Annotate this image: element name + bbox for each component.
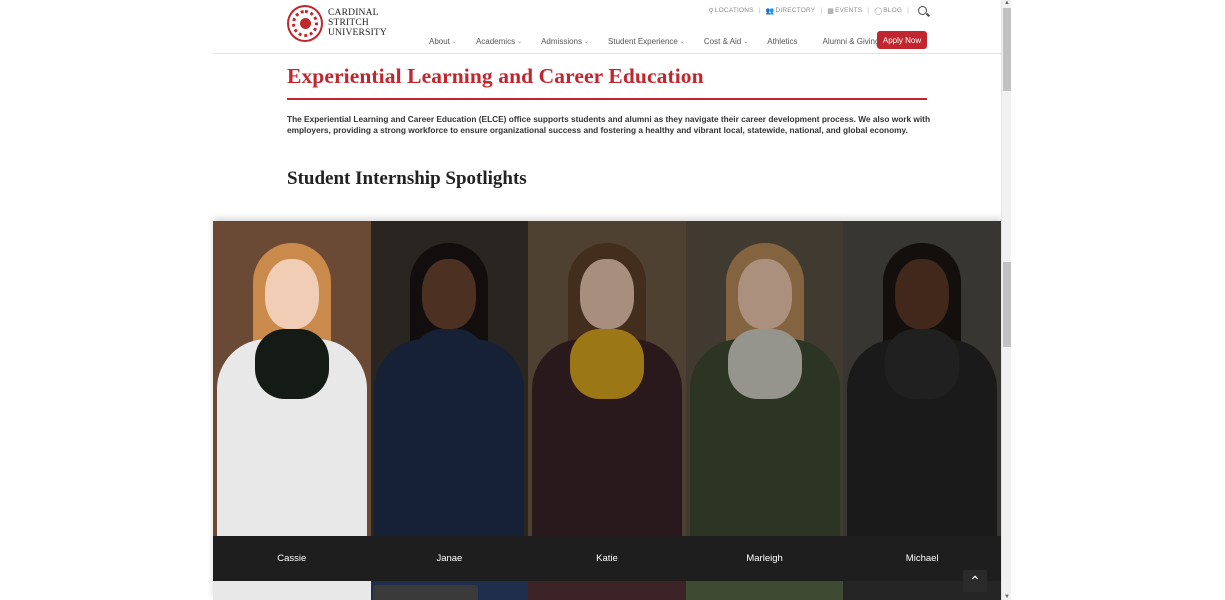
student-name-bar: Katie [528,536,686,581]
student-name-bar: Marleigh [685,536,844,581]
spotlights-heading: Student Internship Spotlights [287,168,527,189]
utility-events-label: EVENTS [835,7,863,14]
student-name: Janae [436,553,463,564]
intro-paragraph: The Experiential Learning and Career Edu… [287,114,931,135]
utility-blog[interactable]: ◯ BLOG [874,7,902,15]
scrollbar-thumb[interactable] [1003,8,1011,91]
student-name-bar: Cassie [213,536,371,581]
scrollbar-thumb-secondary[interactable] [1003,262,1011,347]
logo-wordmark: CARDINAL STRITCH UNIVERSITY [328,8,387,38]
page: CARDINAL STRITCH UNIVERSITY ⚲ LOCATIONS |… [0,0,1225,600]
utility-locations-label: LOCATIONS [714,7,754,14]
student-name: Marleigh [746,553,783,564]
university-seal-icon [287,4,323,42]
chevron-down-icon: ⌄ [517,39,523,45]
card-photo-lower [685,581,844,600]
divider: | [907,7,909,14]
scroll-to-top-button[interactable]: ⌃ [963,570,987,592]
utility-directory-label: DIRECTORY [775,7,816,14]
nav-label: Cost & Aid [703,37,742,46]
nav-label: About [429,37,450,46]
logo-line-2: STRITCH [328,18,369,28]
nav-item-admissions[interactable]: Admissions ⌄ [541,37,589,46]
nav-label: Student Experience [608,37,678,46]
divider: | [867,7,870,14]
title-divider [287,98,927,100]
nav-label: Admissions [541,37,582,46]
comment-icon: ◯ [874,7,883,15]
map-pin-icon: ⚲ [708,7,714,15]
divider: | [820,7,823,14]
nav-item-about[interactable]: About ⌄ [429,37,457,46]
divider: | [758,7,761,14]
page-title: Experiential Learning and Career Educati… [287,64,704,88]
apply-now-button[interactable]: Apply Now [877,31,927,49]
gallery-pager-tab[interactable] [373,585,478,600]
student-card-cassie[interactable]: Cassie [213,221,371,600]
chevron-down-icon: ⌄ [584,39,590,45]
calendar-icon: ▦ [827,7,835,15]
chevron-up-icon: ⌃ [969,572,981,589]
main-nav: About ⌄ Academics ⌄ Admissions ⌄ Student Ex… [429,37,886,46]
student-name: Michael [905,553,939,564]
logo-line-1: CARDINAL [328,8,379,18]
utility-events[interactable]: ▦ EVENTS [827,7,862,15]
nav-label: Athletics [767,37,798,46]
card-photo-lower [213,581,371,600]
card-photo-lower [528,581,686,600]
nav-item-student-experience[interactable]: Student Experience ⌄ [608,37,685,46]
scroll-up-arrow-icon[interactable]: ▲ [1003,0,1011,6]
student-spotlight-gallery: Cassie Janae Katie Marleigh Michael [213,221,1001,600]
nav-item-athletics[interactable]: Athletics [767,37,797,46]
student-card-michael[interactable]: Michael [843,221,1001,600]
chevron-down-icon: ⌄ [679,39,685,45]
logo-line-3: UNIVERSITY [328,28,387,38]
student-name-bar: Janae [370,536,529,581]
chevron-down-icon: ⌄ [743,39,749,45]
search-icon[interactable] [918,6,927,15]
student-card-marleigh[interactable]: Marleigh [685,221,844,600]
student-card-katie[interactable]: Katie [528,221,686,600]
nav-label: Academics [475,37,516,46]
nav-label: Alumni & Giving [822,37,880,46]
site-header: CARDINAL STRITCH UNIVERSITY ⚲ LOCATIONS |… [213,0,1001,54]
chevron-down-icon: ⌄ [451,39,457,45]
page-scrollbar[interactable]: ▲ ▼ [1001,0,1011,600]
student-name: Katie [596,553,618,564]
scroll-down-arrow-icon[interactable]: ▼ [1003,594,1011,600]
student-name: Cassie [277,553,307,564]
people-icon: 👥 [765,7,775,15]
utility-blog-label: BLOG [883,7,903,14]
utility-directory[interactable]: 👥 DIRECTORY [766,7,816,15]
nav-item-cost-aid[interactable]: Cost & Aid ⌄ [704,37,748,46]
student-card-janae[interactable]: Janae [370,221,529,600]
utility-locations[interactable]: ⚲ LOCATIONS [708,7,753,15]
utility-links: ⚲ LOCATIONS | 👥 DIRECTORY | ▦ EVENTS | ◯ BLO… [708,6,927,15]
nav-item-academics[interactable]: Academics ⌄ [476,37,522,46]
university-logo[interactable]: CARDINAL STRITCH UNIVERSITY [287,4,387,42]
